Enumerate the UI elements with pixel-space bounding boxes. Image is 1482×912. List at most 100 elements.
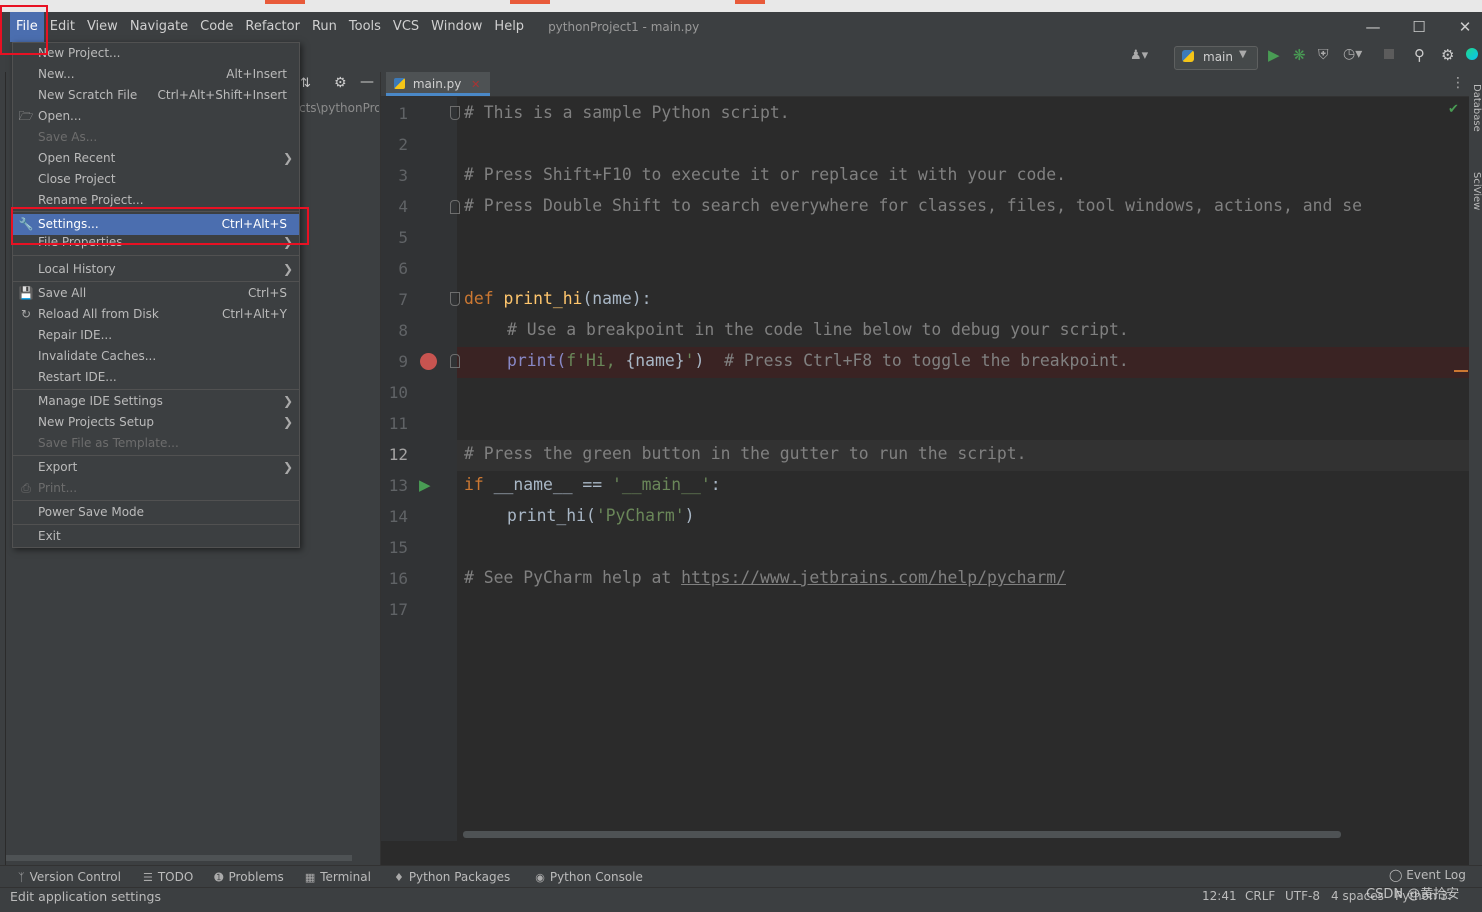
python-file-icon [394,78,405,89]
file-encoding[interactable]: UTF-8 [1285,889,1320,903]
folder-icon: 🗁 [18,109,34,123]
menu-item-export[interactable]: Export ❯ [13,457,299,478]
line-separator[interactable]: CRLF [1245,889,1275,903]
toolwindow-python-console[interactable]: ◉ Python Console [535,870,643,884]
menu-item-invalidate-caches[interactable]: Invalidate Caches... [13,346,299,367]
menu-item-print[interactable]: ⎙ Print... [13,478,299,499]
line-number: 12 [388,445,408,464]
shortcut: Ctrl+S [247,286,287,300]
menu-item-save-as[interactable]: Save As... [13,127,299,148]
help-link[interactable]: https://www.jetbrains.com/help/pycharm/ [681,568,1066,587]
menu-view[interactable]: View [81,12,124,42]
toolwindow-problems[interactable]: ➊ Problems [214,870,284,884]
chevron-right-icon: ❯ [282,415,293,429]
menu-item-new-projects-setup[interactable]: New Projects Setup ❯ [13,412,299,433]
debug-icon[interactable]: ❋ [1293,46,1306,64]
menu-item-reload[interactable]: ↻ Reload All from Disk Ctrl+Alt+Y [13,304,299,325]
fold-icon[interactable] [450,200,460,214]
fold-icon[interactable] [450,292,460,306]
toolwindow-terminal[interactable]: ▦ Terminal [305,870,371,884]
menu-item-open-recent[interactable]: Open Recent ❯ [13,148,299,169]
tab-main-py[interactable]: main.py ✕ [386,72,491,96]
minimize-icon[interactable]: — [1350,12,1396,42]
collapse-icon[interactable]: ⇅ [300,76,311,91]
menu-item-label: Export [38,460,78,474]
event-log-button[interactable]: ◯ Event Log [1389,868,1466,882]
toolwindow-label: Terminal [320,870,371,884]
menu-tools[interactable]: Tools [343,12,387,42]
menu-bar: File Edit View Navigate Code Refactor Ru… [0,12,1482,42]
menu-item-new[interactable]: New... Alt+Insert [13,64,299,85]
menu-item-label: Manage IDE Settings [38,394,163,408]
menu-item-label: Invalidate Caches... [38,349,157,363]
caret-position[interactable]: 12:41 [1202,889,1237,903]
stop-icon[interactable] [1384,49,1394,59]
sciview-tab[interactable]: SciView [1470,172,1482,232]
highlight-box-settings [11,207,309,245]
close-icon[interactable]: ✕ [1442,12,1482,42]
run-icon[interactable]: ▶ [1268,46,1280,64]
profile-icon[interactable]: ◷▾ [1343,46,1362,62]
project-scrollbar[interactable] [6,855,352,861]
menu-item-label: Close Project [38,172,116,186]
fold-icon[interactable] [450,354,460,368]
menu-help[interactable]: Help [488,12,530,42]
more-icon[interactable]: ⋮ [1451,75,1465,91]
highlight-box-file [0,5,48,55]
menu-item-new-project[interactable]: New Project... [13,43,299,64]
gear-icon[interactable]: ⚙ [1441,46,1454,64]
close-tab-icon[interactable]: ✕ [471,78,480,91]
menu-item-label: Open... [38,109,82,123]
line-number: 13 [388,476,408,495]
menu-item-local-history[interactable]: Local History ❯ [13,259,299,280]
line-number: 16 [388,569,408,588]
toolwindow-todo[interactable]: ☰ TODO [143,870,193,884]
menu-refactor[interactable]: Refactor [239,12,306,42]
coverage-icon[interactable]: ⛨ [1318,47,1329,63]
menu-item-manage-ide-settings[interactable]: Manage IDE Settings ❯ [13,391,299,412]
line-number: 10 [388,383,408,402]
menu-item-exit[interactable]: Exit [13,526,299,547]
menu-navigate[interactable]: Navigate [124,12,194,42]
database-tab[interactable]: Database [1470,84,1482,154]
menu-run[interactable]: Run [306,12,343,42]
menu-vcs[interactable]: VCS [387,12,425,42]
menu-item-save-template[interactable]: Save File as Template... [13,433,299,454]
code-line-12: # Press the green button in the gutter t… [464,444,1027,463]
menu-code[interactable]: Code [194,12,239,42]
toolwindow-python-packages[interactable]: ♦ Python Packages [394,870,510,884]
toolwindow-label: Python Console [549,870,643,884]
gear-icon[interactable]: ⚙ [334,75,347,91]
search-icon[interactable]: ⚲ [1414,46,1425,64]
menu-item-power-save[interactable]: Power Save Mode [13,502,299,523]
user-icon[interactable]: ♟▾ [1130,48,1148,63]
menu-item-save-all[interactable]: 💾 Save All Ctrl+S [13,283,299,304]
editor-hscrollbar[interactable] [463,831,1341,838]
hide-panel-icon[interactable]: — [360,74,374,90]
menu-item-close-project[interactable]: Close Project [13,169,299,190]
menu-edit[interactable]: Edit [44,12,81,42]
menu-item-restart-ide[interactable]: Restart IDE... [13,367,299,388]
menu-item-repair-ide[interactable]: Repair IDE... [13,325,299,346]
window-title: pythonProject1 - main.py [548,20,700,34]
menu-item-open[interactable]: 🗁 Open... [13,106,299,127]
packages-icon: ♦ [393,870,404,884]
keyword: def [464,289,494,308]
maximize-icon[interactable]: ☐ [1396,12,1442,42]
toolwindow-version-control[interactable]: ᛉ Version Control [18,870,121,884]
chevron-right-icon: ❯ [282,151,293,165]
menu-item-new-scratch[interactable]: New Scratch File Ctrl+Alt+Shift+Insert [13,85,299,106]
menu-item-label: Repair IDE... [38,328,113,342]
menu-window[interactable]: Window [425,12,488,42]
line-number: 6 [398,259,408,278]
breakpoint-icon[interactable] [420,353,437,370]
left-tool-strip [0,72,6,865]
code-line-16: # See PyCharm help at https://www.jetbra… [464,568,1066,587]
jetbrains-icon[interactable] [1466,48,1478,60]
line-number: 8 [398,321,408,340]
run-config-select[interactable]: main ▼ [1174,46,1258,70]
inspection-ok-icon[interactable]: ✔ [1448,102,1459,117]
fold-icon[interactable] [450,106,460,120]
run-gutter-icon[interactable]: ▶ [419,476,431,494]
console-icon: ◉ [535,870,545,884]
